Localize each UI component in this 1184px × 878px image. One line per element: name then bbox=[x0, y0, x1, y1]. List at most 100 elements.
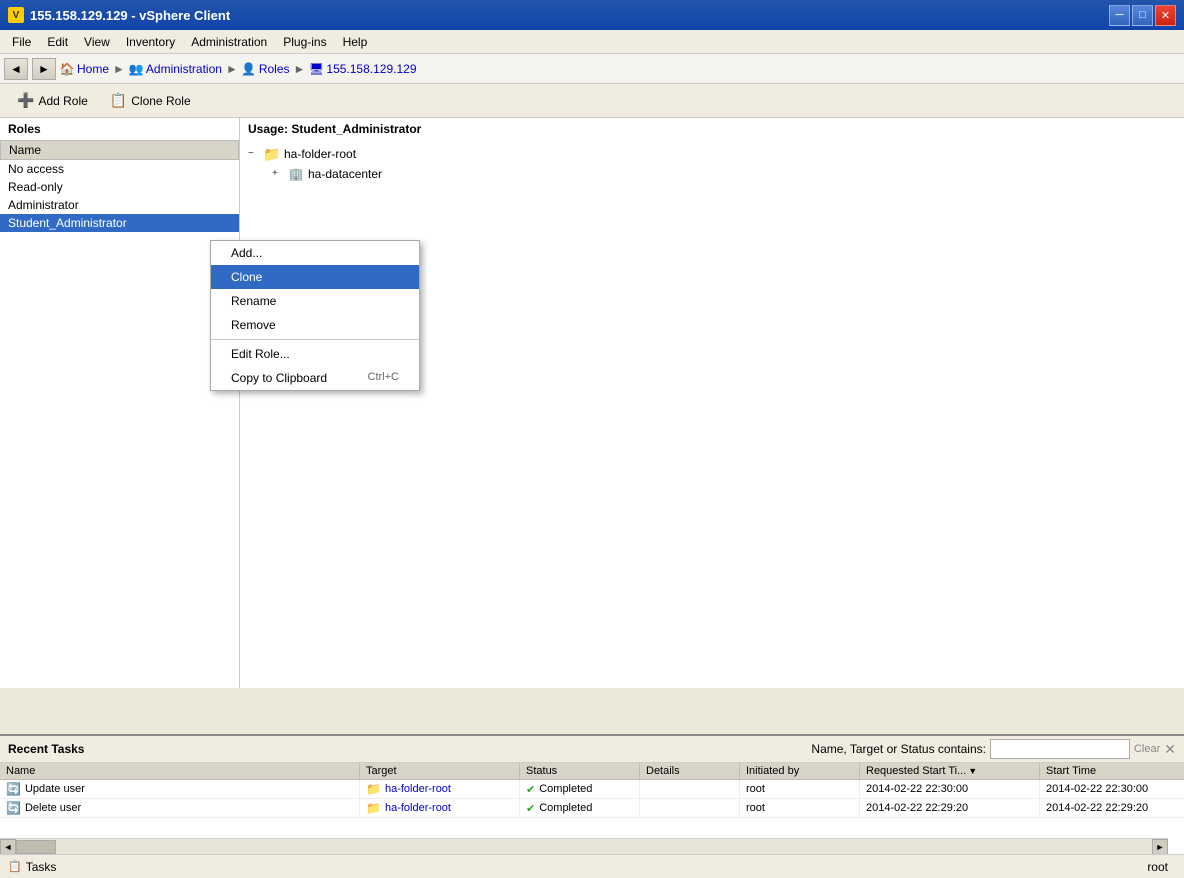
ctx-add[interactable]: Add... bbox=[211, 241, 419, 265]
tree-item-ha-folder-root[interactable]: − 📁 ha-folder-root bbox=[244, 144, 1180, 164]
statusbar-tasks-label: Tasks bbox=[26, 860, 57, 874]
breadcrumb-sep-2: ► bbox=[226, 62, 238, 76]
usage-panel: Usage: Student_Administrator − 📁 ha-fold… bbox=[240, 118, 1184, 688]
window-controls: ─ □ ✕ bbox=[1109, 5, 1176, 26]
tree-label-ha-folder-root: ha-folder-root bbox=[284, 147, 356, 161]
menubar: File Edit View Inventory Administration … bbox=[0, 30, 1184, 54]
tree-label-ha-datacenter: ha-datacenter bbox=[308, 167, 382, 181]
table-row: 🔄 Update user 📁 ha-folder-root ✔ Complet… bbox=[0, 780, 1184, 799]
usage-title: Usage: Student_Administrator bbox=[240, 118, 1184, 140]
task-initiated-1: root bbox=[740, 780, 860, 798]
task-target-1: 📁 ha-folder-root bbox=[360, 780, 520, 798]
statusbar-user: root bbox=[1147, 860, 1168, 874]
recent-tasks: Recent Tasks Name, Target or Status cont… bbox=[0, 734, 1184, 854]
sort-icon: ▼ bbox=[968, 766, 977, 776]
ctx-separator bbox=[211, 339, 419, 340]
task-start-2: 2014-02-22 22:29:20 bbox=[1040, 799, 1184, 817]
role-item-read-only[interactable]: Read-only bbox=[0, 178, 239, 196]
statusbar-tasks[interactable]: 📋 Tasks bbox=[8, 860, 56, 874]
menu-view[interactable]: View bbox=[76, 33, 118, 51]
recent-tasks-title: Recent Tasks bbox=[8, 742, 84, 756]
app-icon: V bbox=[8, 7, 24, 23]
task-status-2: ✔ Completed bbox=[520, 799, 640, 817]
ctx-edit-role[interactable]: Edit Role... bbox=[211, 342, 419, 366]
col-initiated: Initiated by bbox=[740, 763, 860, 779]
tasks-search-input[interactable] bbox=[990, 739, 1130, 759]
menu-help[interactable]: Help bbox=[335, 33, 376, 51]
role-item-administrator[interactable]: Administrator bbox=[0, 196, 239, 214]
task-start-1: 2014-02-22 22:30:00 bbox=[1040, 780, 1184, 798]
task-details-2 bbox=[640, 799, 740, 817]
ctx-rename[interactable]: Rename bbox=[211, 289, 419, 313]
task-icon-1: 🔄 bbox=[6, 782, 21, 796]
col-details: Details bbox=[640, 763, 740, 779]
tree-expand-icon-dc[interactable]: + bbox=[272, 168, 284, 180]
breadcrumb: 🏠 Home ► 👥 Administration ► 👤 Roles ► 🖥 … bbox=[60, 62, 417, 76]
menu-administration[interactable]: Administration bbox=[183, 33, 275, 51]
tasks-clear-button[interactable]: Clear bbox=[1134, 743, 1160, 755]
window-title: 155.158.129.129 - vSphere Client bbox=[30, 8, 1109, 23]
menu-edit[interactable]: Edit bbox=[39, 33, 76, 51]
menu-plugins[interactable]: Plug-ins bbox=[275, 33, 334, 51]
roles-list: Name No access Read-only Administrator S… bbox=[0, 140, 239, 688]
minimize-button[interactable]: ─ bbox=[1109, 5, 1130, 26]
task-status-1: ✔ Completed bbox=[520, 780, 640, 798]
scroll-left-button[interactable]: ◄ bbox=[0, 839, 16, 855]
breadcrumb-home[interactable]: 🏠 Home bbox=[60, 62, 109, 76]
menu-inventory[interactable]: Inventory bbox=[118, 33, 183, 51]
scroll-right-button[interactable]: ► bbox=[1152, 839, 1168, 855]
ctx-clone[interactable]: Clone bbox=[211, 265, 419, 289]
home-icon: 🏠 bbox=[60, 62, 74, 76]
col-status: Status bbox=[520, 763, 640, 779]
target-icon-2: 📁 bbox=[366, 801, 381, 815]
close-button[interactable]: ✕ bbox=[1155, 5, 1176, 26]
clone-role-button[interactable]: 📋 Clone Role bbox=[101, 88, 200, 113]
task-req-start-2: 2014-02-22 22:29:20 bbox=[860, 799, 1040, 817]
col-start-time: Start Time bbox=[1040, 763, 1184, 779]
role-item-student-admin[interactable]: Student_Administrator bbox=[0, 214, 239, 232]
tasks-header: Recent Tasks Name, Target or Status cont… bbox=[0, 736, 1184, 763]
tasks-close-icon[interactable]: ✕ bbox=[1164, 741, 1176, 758]
tasks-columns: Name Target Status Details Initiated by … bbox=[0, 763, 1184, 780]
search-area: Name, Target or Status contains: Clear ✕ bbox=[811, 739, 1176, 759]
main-content: Roles Name No access Read-only Administr… bbox=[0, 118, 1184, 688]
task-initiated-2: root bbox=[740, 799, 860, 817]
forward-button[interactable]: ► bbox=[32, 58, 56, 80]
roles-icon: 👤 bbox=[242, 62, 256, 76]
task-target-2: 📁 ha-folder-root bbox=[360, 799, 520, 817]
tree-item-ha-datacenter[interactable]: + 🏢 ha-datacenter bbox=[244, 164, 1180, 184]
breadcrumb-administration[interactable]: 👥 Administration bbox=[129, 62, 222, 76]
task-req-start-1: 2014-02-22 22:30:00 bbox=[860, 780, 1040, 798]
statusbar: 📋 Tasks root bbox=[0, 854, 1184, 878]
menu-file[interactable]: File bbox=[4, 33, 39, 51]
ctx-shortcut: Ctrl+C bbox=[368, 371, 399, 385]
administration-icon: 👥 bbox=[129, 62, 143, 76]
navbar: ◄ ► 🏠 Home ► 👥 Administration ► 👤 Roles … bbox=[0, 54, 1184, 84]
breadcrumb-server[interactable]: 🖥 155.158.129.129 bbox=[309, 62, 416, 76]
breadcrumb-sep-1: ► bbox=[113, 62, 125, 76]
datacenter-icon: 🏢 bbox=[288, 166, 304, 182]
scroll-h-track[interactable] bbox=[16, 839, 1152, 854]
task-icon-2: 🔄 bbox=[6, 801, 21, 815]
add-role-button[interactable]: ➕ Add Role bbox=[8, 88, 97, 113]
task-name-2: 🔄 Delete user bbox=[0, 799, 360, 817]
task-name-1: 🔄 Update user bbox=[0, 780, 360, 798]
add-role-icon: ➕ bbox=[17, 92, 34, 109]
back-button[interactable]: ◄ bbox=[4, 58, 28, 80]
toolbar: ➕ Add Role 📋 Clone Role bbox=[0, 84, 1184, 118]
horizontal-scrollbar[interactable]: ◄ ► bbox=[0, 838, 1168, 854]
tree-collapse-icon[interactable]: − bbox=[248, 148, 260, 160]
role-item-no-access[interactable]: No access bbox=[0, 160, 239, 178]
col-target: Target bbox=[360, 763, 520, 779]
status-icon-2: ✔ bbox=[526, 802, 535, 815]
status-icon-1: ✔ bbox=[526, 783, 535, 796]
breadcrumb-roles[interactable]: 👤 Roles bbox=[242, 62, 290, 76]
ctx-remove[interactable]: Remove bbox=[211, 313, 419, 337]
maximize-button[interactable]: □ bbox=[1132, 5, 1153, 26]
ctx-copy-clipboard[interactable]: Copy to Clipboard Ctrl+C bbox=[211, 366, 419, 390]
roles-column-header: Name bbox=[0, 140, 239, 160]
target-icon-1: 📁 bbox=[366, 782, 381, 796]
titlebar: V 155.158.129.129 - vSphere Client ─ □ ✕ bbox=[0, 0, 1184, 30]
table-row: 🔄 Delete user 📁 ha-folder-root ✔ Complet… bbox=[0, 799, 1184, 818]
roles-title: Roles bbox=[0, 118, 239, 140]
